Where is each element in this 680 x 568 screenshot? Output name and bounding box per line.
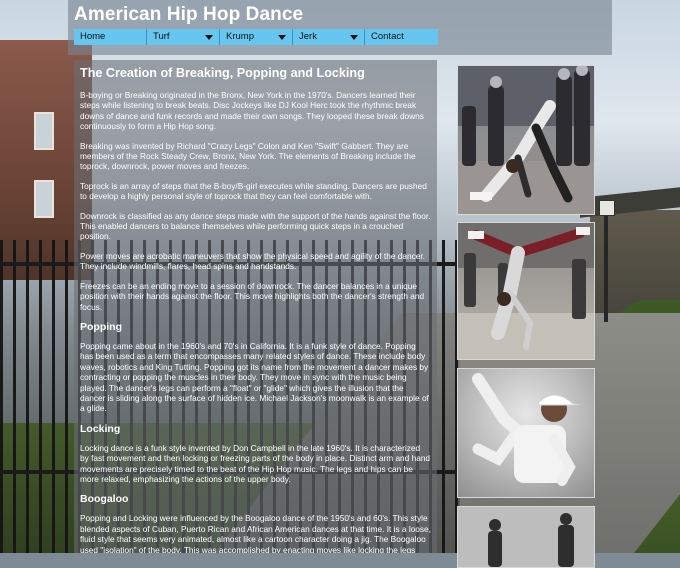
paragraph-boogaloo: Popping and Locking were influenced by t… [80, 513, 431, 553]
nav-jerk[interactable]: Jerk [293, 29, 365, 45]
nav-label: Krump [226, 31, 254, 42]
nav-label: Contact [371, 31, 404, 42]
paragraph-downrock: Downrock is classified as any dance step… [80, 210, 431, 242]
nav-label: Home [80, 31, 106, 42]
nav-home[interactable]: Home [74, 29, 147, 45]
photo-breakdancer-freeze [457, 65, 595, 215]
nav-krump[interactable]: Krump [220, 29, 293, 45]
site-title: American Hip Hop Dance [74, 4, 304, 25]
paragraph-breaking-origin: B-boying or Breaking originated in the B… [80, 90, 424, 132]
photo-popper-cap [457, 368, 595, 498]
street-lamp [599, 200, 615, 322]
photo-breakdancer-kick [457, 222, 595, 360]
section-heading-popping: Popping [80, 320, 122, 333]
article-panel: The Creation of Breaking, Popping and Lo… [74, 60, 437, 553]
article-title: The Creation of Breaking, Popping and Lo… [80, 66, 365, 80]
paragraph-toprock: Toprock is an array of steps that the B-… [80, 180, 427, 202]
dropdown-arrow-icon [205, 35, 213, 40]
paragraph-power-moves: Power moves are acrobatic maneuvers that… [80, 250, 425, 272]
main-nav: Home Turf Krump Jerk Contact [74, 29, 438, 45]
section-heading-boogaloo: Boogaloo [80, 493, 129, 506]
nav-contact[interactable]: Contact [365, 29, 438, 45]
paragraph-freezes: Freezes can be an ending move to a sessi… [80, 280, 425, 312]
dropdown-arrow-icon [278, 35, 286, 40]
paragraph-breaking-inventors: Breaking was invented by Richard "Crazy … [80, 140, 416, 172]
dropdown-arrow-icon [350, 35, 358, 40]
paragraph-locking: Locking dance is a funk style invented b… [80, 442, 431, 484]
site-header: American Hip Hop Dance Home Turf Krump J… [68, 0, 612, 55]
paragraph-popping: Popping came about in the 1960's and 70'… [80, 340, 429, 414]
nav-label: Turf [153, 31, 170, 42]
photo-dancers-group [457, 506, 595, 568]
section-heading-locking: Locking [80, 422, 121, 435]
nav-turf[interactable]: Turf [147, 29, 220, 45]
nav-label: Jerk [299, 31, 317, 42]
